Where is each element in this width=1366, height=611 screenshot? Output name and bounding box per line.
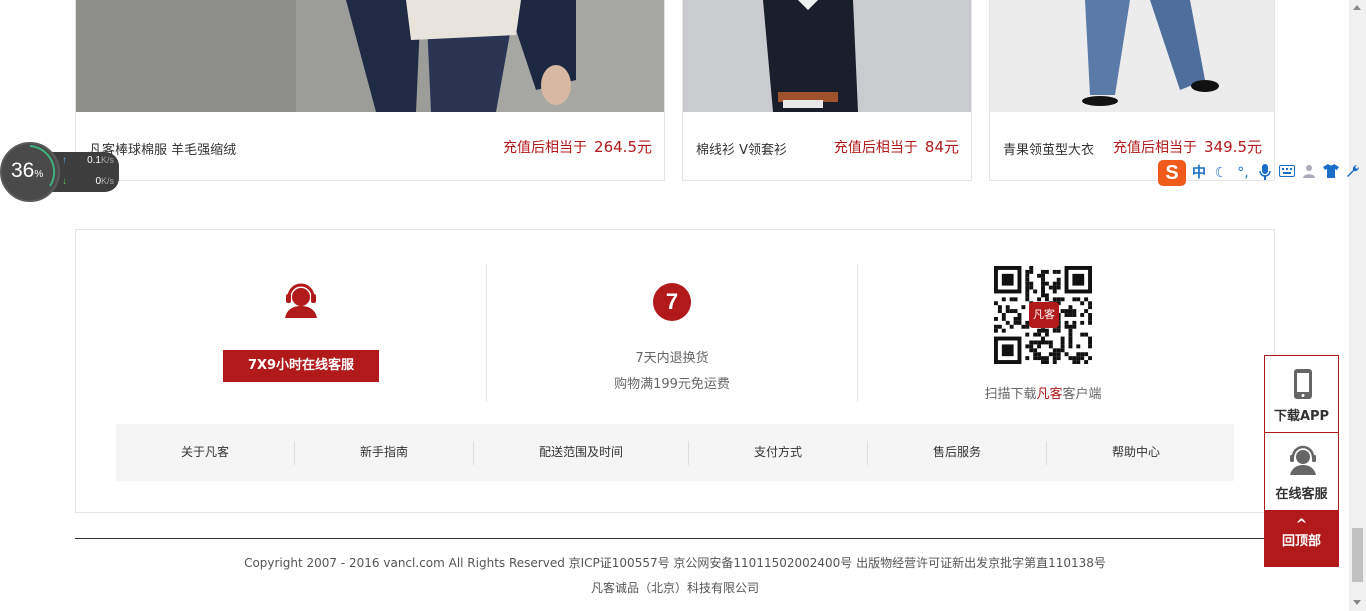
seven-day-icon: 7: [653, 283, 691, 321]
product-image[interactable]: [683, 0, 971, 112]
caret-up-icon: ^: [1295, 517, 1308, 533]
footer-link-after-sales[interactable]: 售后服务: [868, 424, 1046, 481]
product-image[interactable]: [76, 0, 664, 112]
microphone-icon[interactable]: [1256, 164, 1274, 182]
footer-link-help[interactable]: 帮助中心: [1047, 424, 1225, 481]
price-value: 349.5元: [1204, 138, 1262, 156]
price-label: 充值后相当于: [503, 140, 588, 156]
back-to-top-label: 回顶部: [1281, 534, 1321, 549]
network-speed-widget[interactable]: 36% ↑ 0.1K/s ↓ 0K/s: [0, 142, 120, 202]
keyboard-icon[interactable]: [1278, 164, 1296, 182]
divider: [857, 264, 858, 402]
product-name[interactable]: 棉线衫 V领套衫: [696, 139, 787, 158]
headset-icon: [1290, 445, 1316, 475]
upload-value: 0.1: [87, 155, 101, 166]
footer-divider: [75, 538, 1275, 539]
user-icon[interactable]: [1300, 164, 1318, 182]
price-label: 充值后相当于: [1113, 140, 1198, 156]
company-name: 凡客诚品（北京）科技有限公司: [590, 581, 759, 595]
headset-icon: [285, 283, 317, 318]
usage-percent-value: 36: [11, 159, 35, 182]
scroll-up-arrow-icon[interactable]: [1353, 5, 1361, 10]
scroll-down-arrow-icon[interactable]: [1353, 600, 1361, 605]
product-info: 凡客棒球棉服 羊毛强缩绒 充值后相当于 264.5元: [76, 112, 664, 180]
shirt-skin-icon[interactable]: [1322, 164, 1340, 182]
download-value: 0: [95, 176, 101, 187]
product-info: 棉线衫 V领套衫 充值后相当于 84元: [683, 112, 971, 180]
copyright-line: Copyright 2007 - 2016 vancl.com All Righ…: [244, 556, 1106, 570]
footer-link-about[interactable]: 关于凡客: [116, 424, 294, 481]
divider: [486, 264, 487, 402]
product-price: 充值后相当于 349.5元: [1113, 136, 1262, 157]
qr-caption: 扫描下载凡客客户端: [961, 383, 1125, 402]
usage-percent: 36%: [11, 159, 43, 183]
moon-icon[interactable]: ☾: [1212, 164, 1230, 182]
product-price: 充值后相当于 84元: [834, 136, 959, 157]
download-speed: ↓ 0K/s: [62, 176, 114, 187]
online-service-side-button[interactable]: 在线客服: [1264, 433, 1339, 511]
footer-link-payment[interactable]: 支付方式: [689, 424, 867, 481]
upload-unit: K/s: [101, 155, 115, 165]
return-policy-text: 7天内退换货: [635, 351, 709, 366]
qr-caption-post: 客户端: [1062, 387, 1102, 402]
qr-caption-pre: 扫描下载: [984, 387, 1037, 402]
product-card[interactable]: 棉线衫 V领套衫 充值后相当于 84元: [682, 0, 972, 181]
back-to-top-button[interactable]: ^ 回顶部: [1264, 511, 1339, 567]
service-footer: 7X9小时在线客服 7 7天内退换货 购物满199元免运费 凡客 扫描下载凡客客…: [75, 229, 1275, 513]
online-service-label: 在线客服: [1275, 487, 1328, 502]
product-price: 充值后相当于 264.5元: [503, 136, 652, 157]
price-value: 84元: [924, 138, 959, 156]
ime-mode-chinese[interactable]: 中: [1190, 164, 1208, 182]
punctuation-icon[interactable]: °,: [1234, 164, 1252, 182]
download-unit: K/s: [101, 176, 115, 186]
product-card[interactable]: 青果领茧型大衣 充值后相当于 349.5元: [989, 0, 1275, 181]
phone-icon: [1294, 369, 1312, 399]
price-label: 充值后相当于: [833, 140, 918, 156]
price-value: 264.5元: [594, 138, 652, 156]
footer-link-delivery[interactable]: 配送范围及时间: [474, 424, 688, 481]
footer-links-bar: 关于凡客 新手指南 配送范围及时间 支付方式 售后服务 帮助中心: [116, 424, 1234, 481]
upload-speed: ↑ 0.1K/s: [62, 155, 114, 166]
download-app-button[interactable]: 下载APP: [1264, 355, 1339, 433]
online-service-button[interactable]: 7X9小时在线客服: [223, 350, 379, 382]
page-scrollbar[interactable]: [1349, 0, 1366, 611]
download-app-label: 下载APP: [1273, 409, 1330, 424]
wrench-icon[interactable]: [1344, 164, 1362, 182]
qr-brand-badge: 凡客: [1029, 302, 1059, 328]
qr-caption-brand: 凡客: [1036, 387, 1063, 402]
free-shipping-text: 购物满199元免运费: [614, 377, 730, 392]
product-image[interactable]: [990, 0, 1274, 112]
floating-sidebar: 下载APP 在线客服 ^ 回顶部: [1264, 355, 1339, 567]
ime-toolbar[interactable]: S 中 ☾ °,: [1158, 160, 1364, 186]
footer-link-guide[interactable]: 新手指南: [295, 424, 473, 481]
scrollbar-thumb[interactable]: [1352, 528, 1363, 582]
usage-percent-unit: %: [34, 169, 44, 180]
product-card[interactable]: 凡客棒球棉服 羊毛强缩绒 充值后相当于 264.5元: [75, 0, 665, 181]
product-name[interactable]: 青果领茧型大衣: [1003, 139, 1094, 158]
sogou-logo-icon[interactable]: S: [1158, 160, 1186, 186]
